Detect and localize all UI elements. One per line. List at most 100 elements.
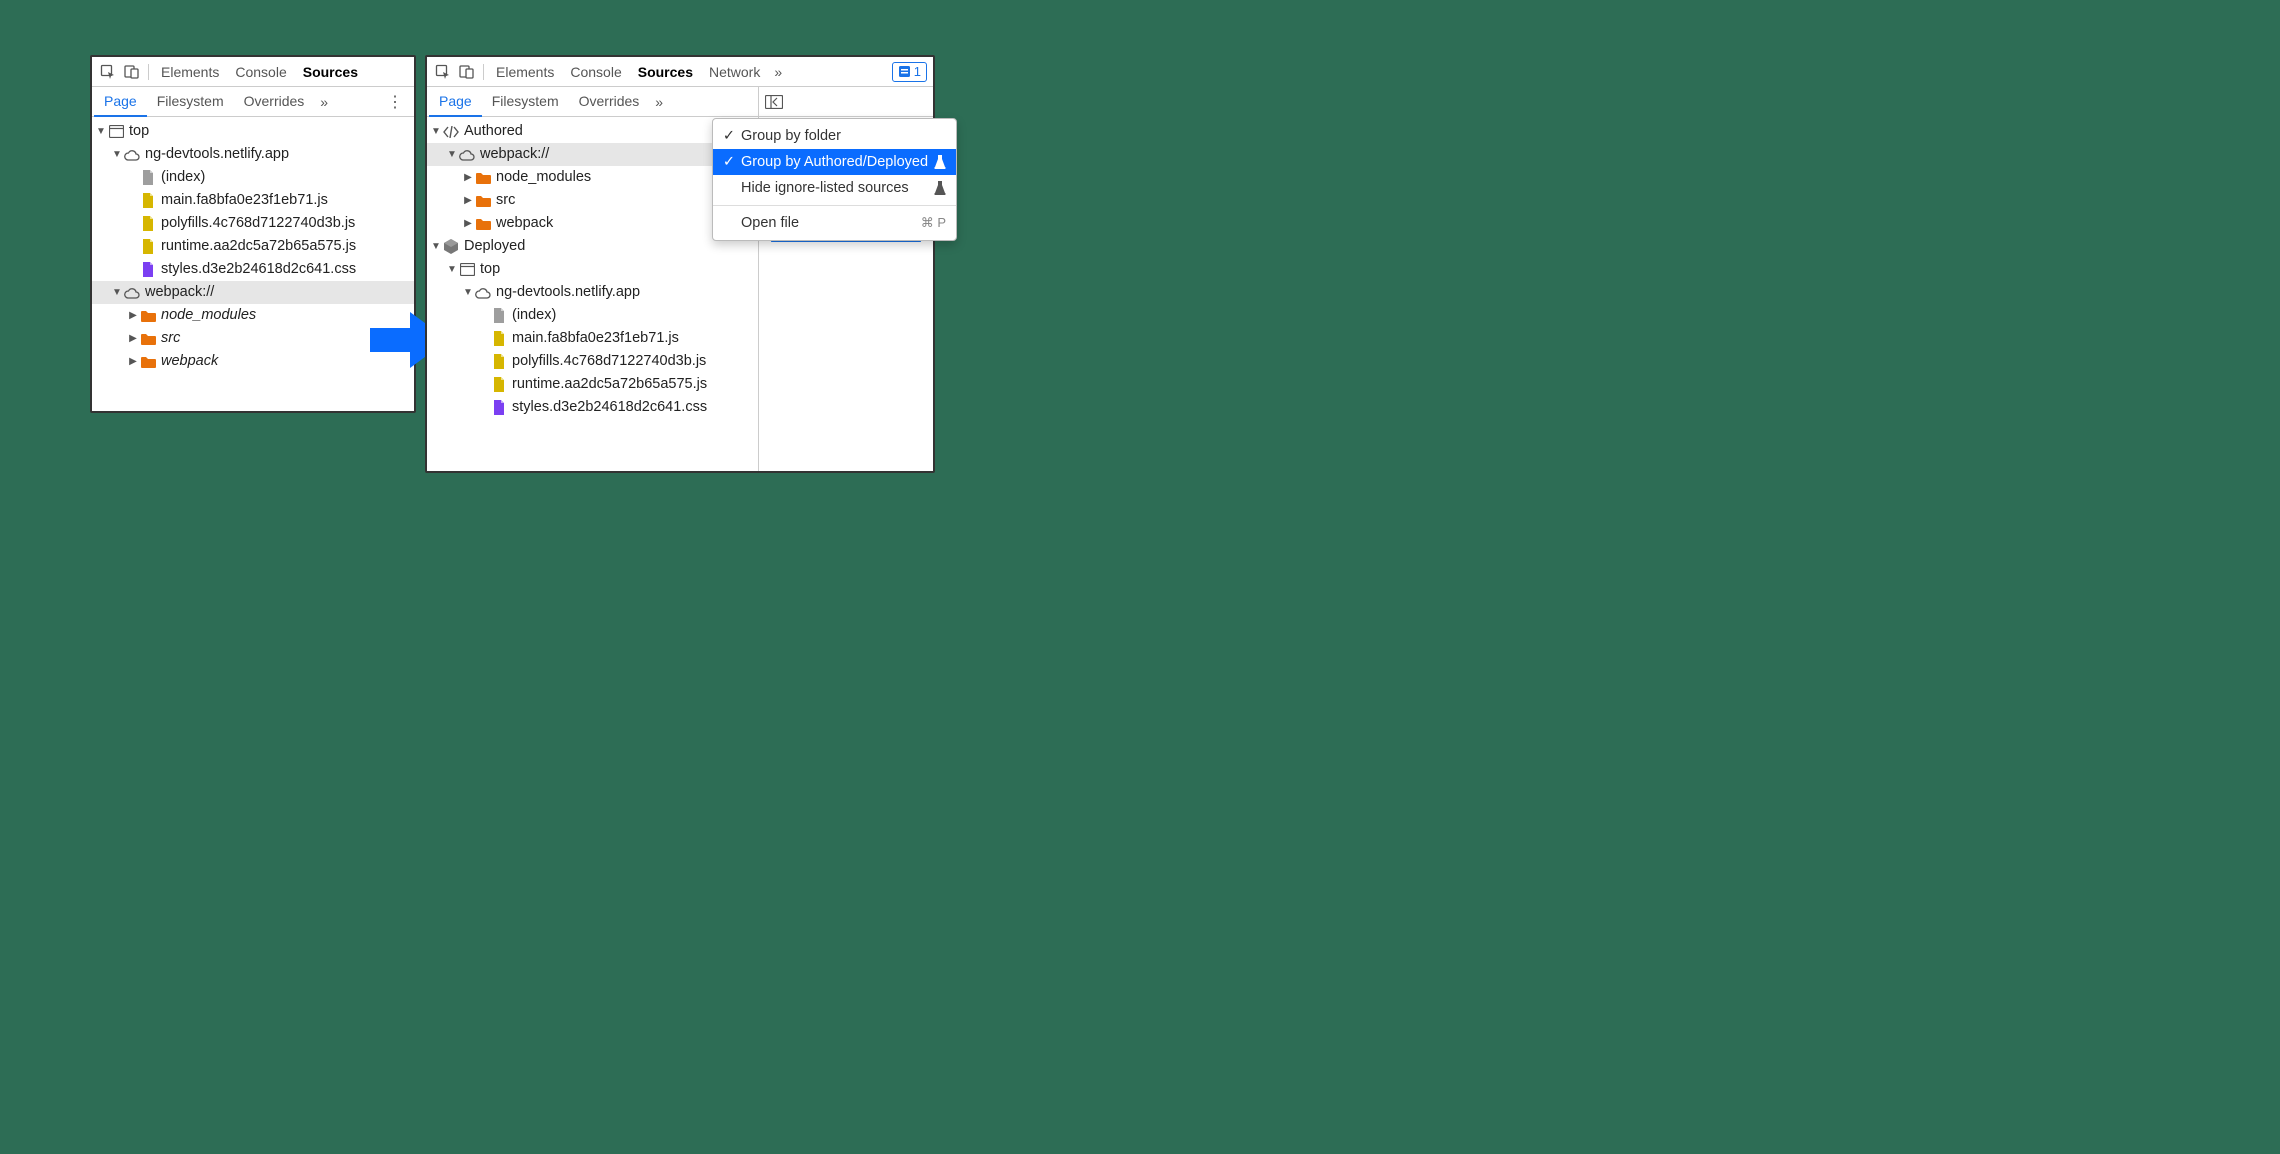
device-toggle-icon[interactable]: [455, 60, 479, 84]
issues-icon: [898, 65, 911, 78]
tree-file[interactable]: main.fa8bfa0e23f1eb71.js: [427, 327, 758, 350]
tree-label: webpack://: [480, 143, 549, 166]
tree-label: webpack://: [145, 281, 214, 304]
tree-file[interactable]: main.fa8bfa0e23f1eb71.js: [92, 189, 414, 212]
document-icon: [140, 170, 156, 186]
check-icon: ✓: [721, 154, 737, 170]
flask-icon: [934, 181, 946, 195]
tree-authored[interactable]: ▼ Authored: [427, 120, 758, 143]
top-tabs: Elements Console Sources: [92, 57, 414, 87]
inspect-icon[interactable]: [431, 60, 455, 84]
tree-file[interactable]: runtime.aa2dc5a72b65a575.js: [92, 235, 414, 258]
separator: [483, 64, 484, 80]
tree-file[interactable]: (index): [427, 304, 758, 327]
frame-icon: [108, 124, 124, 140]
folder-icon: [475, 216, 491, 232]
menu-label: Hide ignore-listed sources: [737, 180, 934, 196]
toggle-navigator-icon[interactable]: [765, 95, 783, 109]
caret-down-icon: ▼: [447, 258, 457, 281]
device-toggle-icon[interactable]: [120, 60, 144, 84]
kebab-menu-icon[interactable]: ⋮: [379, 92, 412, 112]
tab-elements[interactable]: Elements: [488, 57, 562, 87]
tree-file[interactable]: (index): [92, 166, 414, 189]
js-file-icon: [140, 216, 156, 232]
devtools-panel-before: Elements Console Sources Page Filesystem…: [90, 55, 416, 413]
tree-label: ng-devtools.netlify.app: [145, 143, 289, 166]
tree-label: main.fa8bfa0e23f1eb71.js: [161, 189, 328, 212]
caret-right-icon: ▶: [463, 212, 473, 235]
tree-label: top: [129, 120, 149, 143]
tree-domain[interactable]: ▼ ng-devtools.netlify.app: [427, 281, 758, 304]
tree-file[interactable]: runtime.aa2dc5a72b65a575.js: [427, 373, 758, 396]
menu-shortcut: ⌘ P: [921, 215, 946, 231]
file-tree: ▼ top ▼ ng-devtools.netlify.app (index) …: [92, 117, 414, 376]
tab-elements[interactable]: Elements: [153, 57, 227, 87]
cloud-icon: [124, 285, 140, 301]
tab-console[interactable]: Console: [562, 57, 629, 87]
tree-folder[interactable]: ▶ node_modules: [427, 166, 758, 189]
check-icon: ✓: [721, 128, 737, 144]
tree-label: Authored: [464, 120, 523, 143]
js-file-icon: [140, 193, 156, 209]
tree-folder[interactable]: ▶ webpack: [427, 212, 758, 235]
frame-icon: [459, 262, 475, 278]
tab-sources[interactable]: Sources: [630, 57, 701, 87]
inspect-icon[interactable]: [96, 60, 120, 84]
tree-domain[interactable]: ▼ ng-devtools.netlify.app: [92, 143, 414, 166]
caret-right-icon: ▶: [128, 327, 138, 350]
more-subtabs-icon[interactable]: »: [314, 94, 334, 110]
cloud-icon: [124, 147, 140, 163]
caret-down-icon: ▼: [447, 143, 457, 166]
caret-down-icon: ▼: [431, 235, 441, 258]
subtab-overrides[interactable]: Overrides: [234, 87, 315, 117]
tree-label: (index): [161, 166, 205, 189]
tree-folder[interactable]: ▶ src: [92, 327, 414, 350]
tree-label: node_modules: [161, 304, 256, 327]
cloud-icon: [475, 285, 491, 301]
tree-file[interactable]: polyfills.4c768d7122740d3b.js: [92, 212, 414, 235]
subtab-filesystem[interactable]: Filesystem: [147, 87, 234, 117]
menu-item-group-by-folder[interactable]: ✓ Group by folder: [713, 123, 956, 149]
tree-label: src: [496, 189, 515, 212]
tree-top[interactable]: ▼ top: [427, 258, 758, 281]
tree-label: src: [161, 327, 180, 350]
tree-file[interactable]: polyfills.4c768d7122740d3b.js: [427, 350, 758, 373]
menu-label: Open file: [737, 215, 921, 231]
subtab-filesystem[interactable]: Filesystem: [482, 87, 569, 117]
tree-deployed[interactable]: ▼ Deployed: [427, 235, 758, 258]
menu-item-hide-ignore-listed[interactable]: Hide ignore-listed sources: [713, 175, 956, 201]
more-tabs-icon[interactable]: »: [768, 64, 788, 80]
tree-webpack[interactable]: ▼ webpack://: [92, 281, 414, 304]
folder-icon: [140, 354, 156, 370]
tab-network[interactable]: Network: [701, 57, 768, 87]
tab-sources[interactable]: Sources: [295, 57, 366, 87]
tree-label: webpack: [496, 212, 553, 235]
subtab-overrides[interactable]: Overrides: [569, 87, 650, 117]
flask-icon: [934, 155, 946, 169]
folder-icon: [475, 193, 491, 209]
caret-down-icon: ▼: [96, 120, 106, 143]
caret-right-icon: ▶: [128, 304, 138, 327]
tree-folder[interactable]: ▶ node_modules: [92, 304, 414, 327]
css-file-icon: [140, 262, 156, 278]
more-subtabs-icon[interactable]: »: [649, 94, 669, 110]
tree-label: styles.d3e2b24618d2c641.css: [161, 258, 356, 281]
subtab-page[interactable]: Page: [429, 87, 482, 117]
issues-count: 1: [914, 64, 921, 79]
folder-icon: [140, 331, 156, 347]
tree-webpack[interactable]: ▼ webpack://: [427, 143, 758, 166]
tree-file[interactable]: styles.d3e2b24618d2c641.css: [427, 396, 758, 419]
top-tabs: Elements Console Sources Network » 1: [427, 57, 933, 87]
caret-right-icon: ▶: [463, 189, 473, 212]
tree-folder[interactable]: ▶ webpack: [92, 350, 414, 373]
folder-icon: [475, 170, 491, 186]
tree-label: polyfills.4c768d7122740d3b.js: [512, 350, 706, 373]
tree-file[interactable]: styles.d3e2b24618d2c641.css: [92, 258, 414, 281]
menu-item-open-file[interactable]: Open file ⌘ P: [713, 210, 956, 236]
issues-badge[interactable]: 1: [892, 62, 927, 82]
subtab-page[interactable]: Page: [94, 87, 147, 117]
menu-item-group-by-authored-deployed[interactable]: ✓ Group by Authored/Deployed: [713, 149, 956, 175]
tree-top[interactable]: ▼ top: [92, 120, 414, 143]
tree-folder[interactable]: ▶ src: [427, 189, 758, 212]
tab-console[interactable]: Console: [227, 57, 294, 87]
